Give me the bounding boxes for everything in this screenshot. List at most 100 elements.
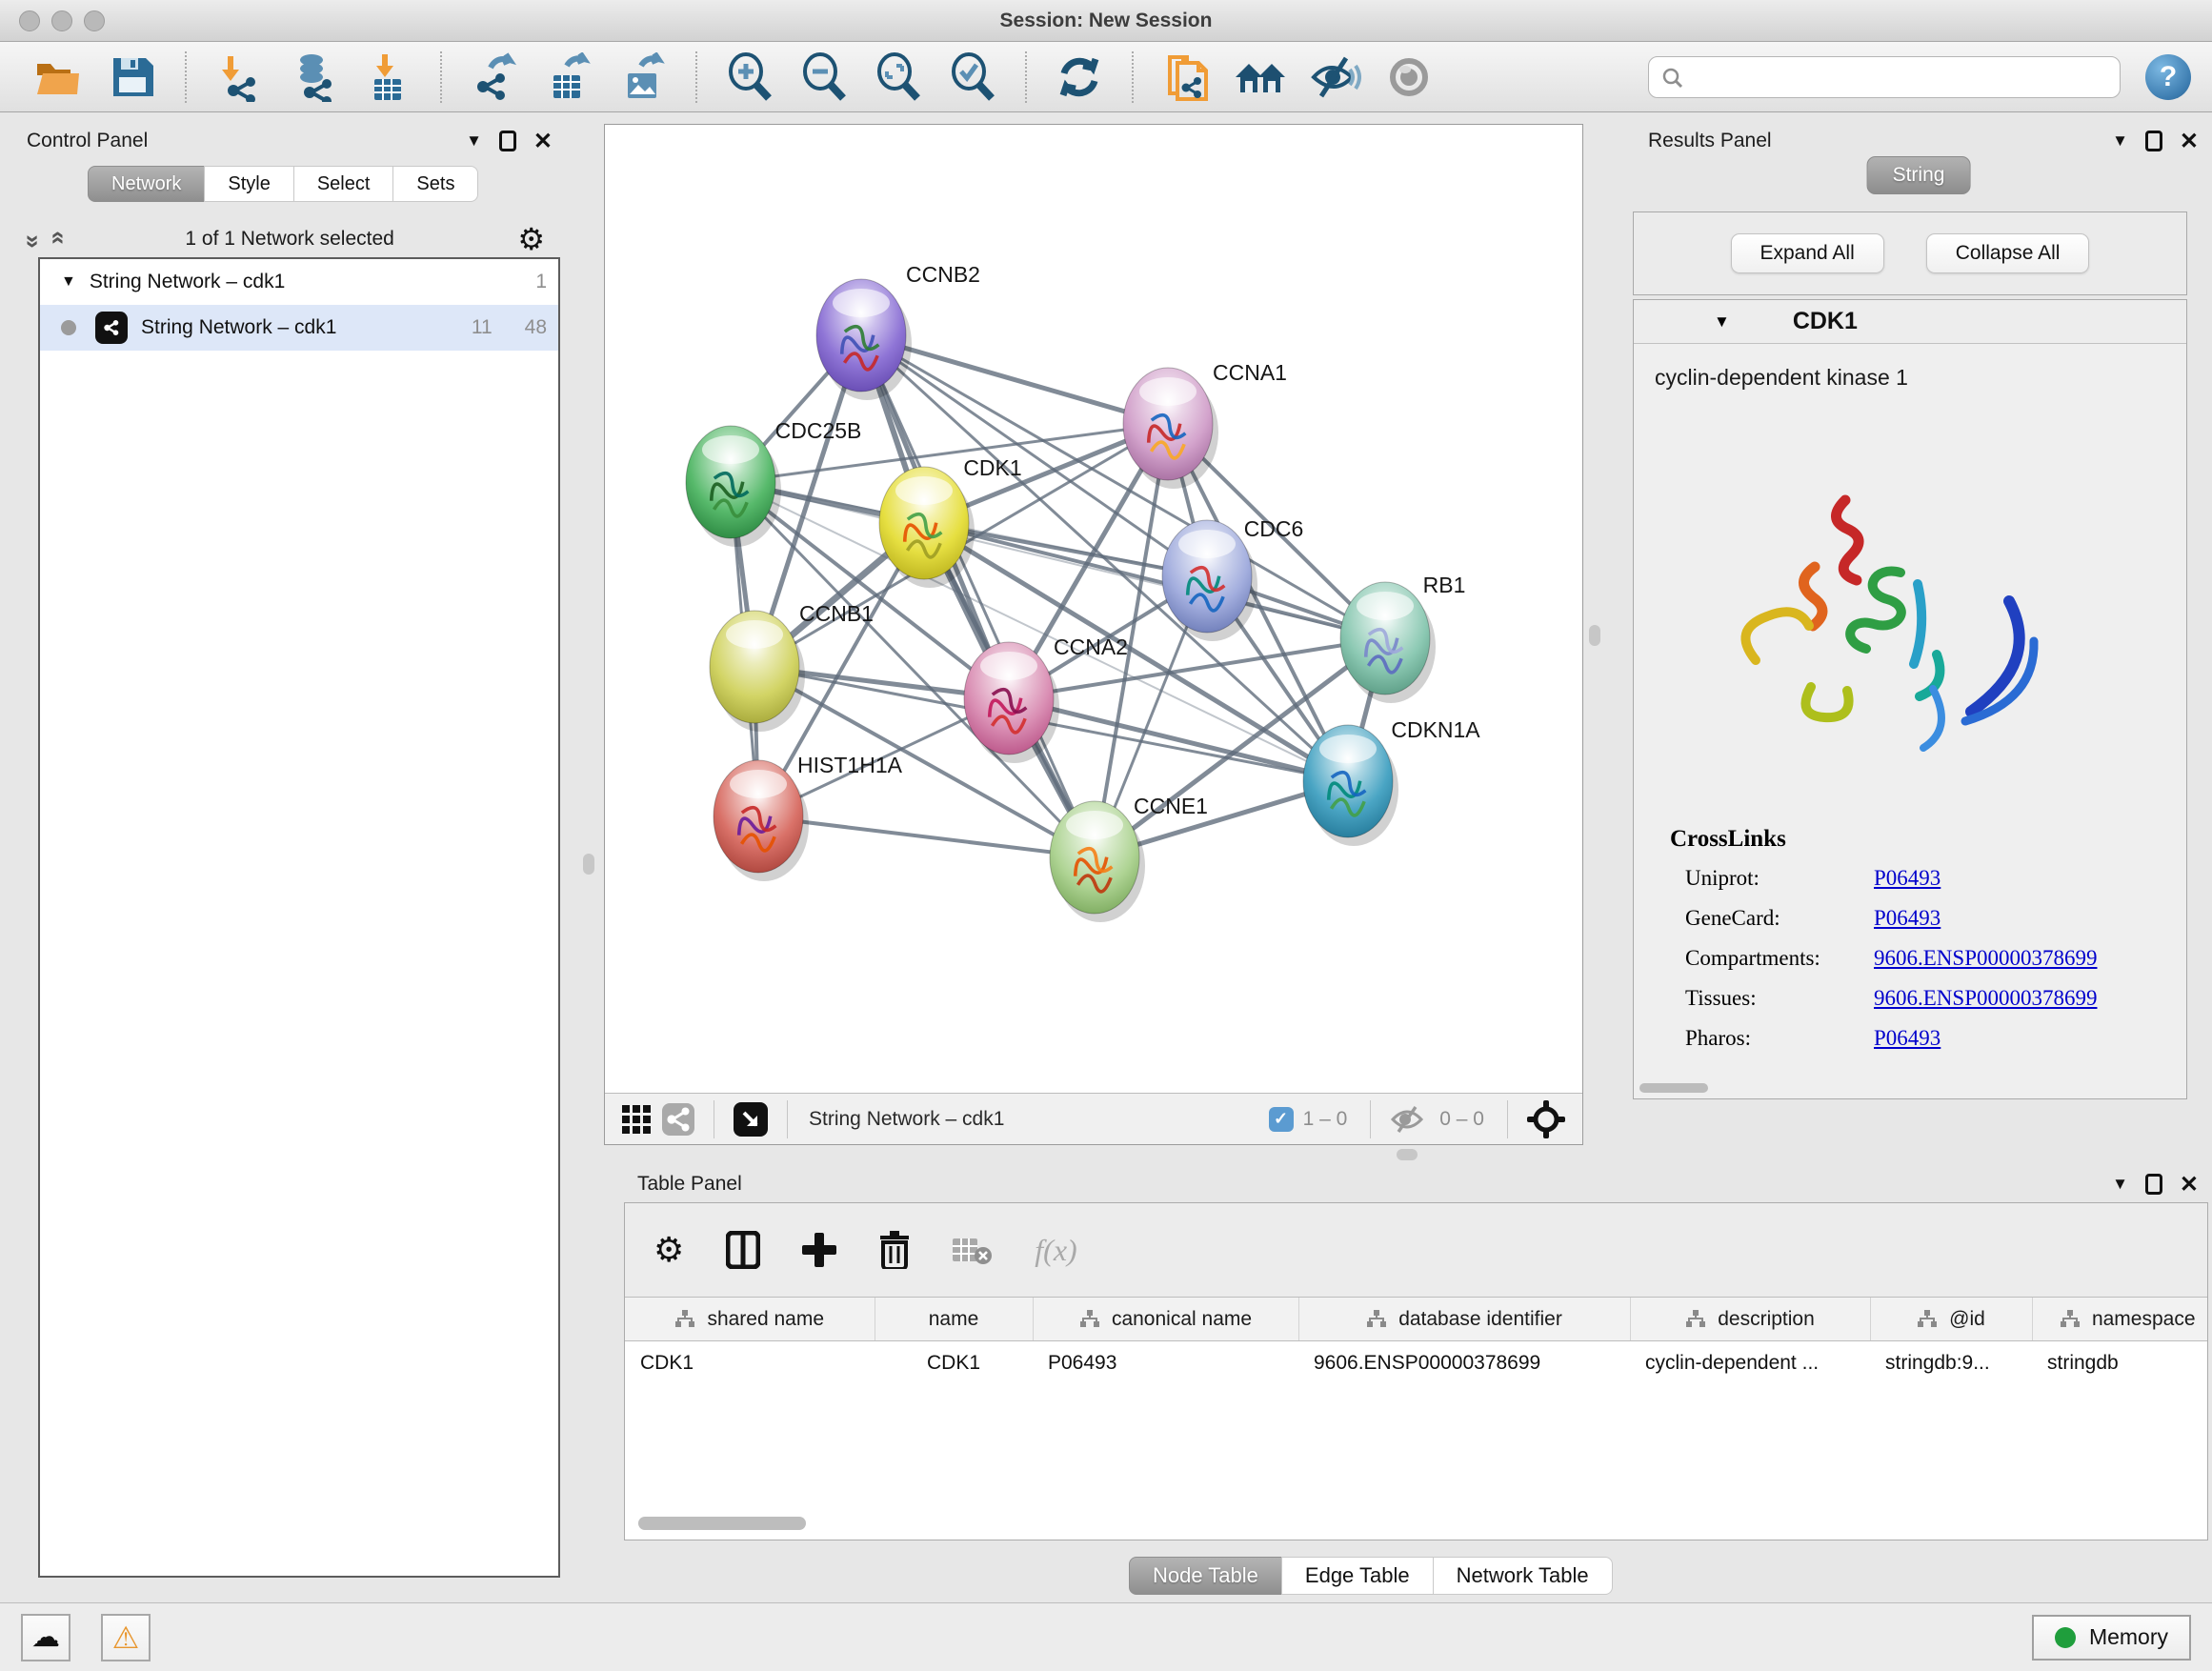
memory-button[interactable]: Memory [2032,1615,2191,1661]
import-table-file-icon[interactable] [360,50,415,105]
panel-float-icon[interactable] [2145,131,2162,151]
panel-float-icon[interactable] [499,131,516,151]
minimize-window-icon[interactable] [51,10,72,31]
network-row[interactable]: String Network – cdk1 11 48 [40,305,558,351]
cloud-status-button[interactable]: ☁ [21,1614,70,1661]
show-columns-icon[interactable] [726,1231,760,1269]
network-edge-CCNB2-CCNE1[interactable] [861,335,1095,857]
tab-network[interactable]: Network [88,166,205,202]
export-image-icon[interactable] [615,50,671,105]
protein-section-header[interactable]: ▼ CDK1 [1634,300,2186,344]
column-header-database-identifier[interactable]: database identifier [1298,1298,1630,1341]
zoom-in-icon[interactable] [722,50,777,105]
export-network-icon[interactable] [467,50,522,105]
warnings-button[interactable]: ⚠ [101,1614,151,1661]
network-edge-CCNA2-CDKN1A[interactable] [1009,698,1348,781]
network-node-CCNB2[interactable]: CCNB2 [816,262,980,400]
table-cell[interactable]: P06493 [1033,1341,1298,1385]
network-share-view-icon[interactable] [662,1103,694,1136]
refresh-layout-icon[interactable] [1052,50,1107,105]
panel-close-icon[interactable]: ✕ [2180,1171,2199,1198]
panel-float-icon[interactable] [2145,1174,2162,1195]
hide-selected-eye-icon[interactable] [1307,50,1362,105]
import-network-file-icon[interactable] [211,50,267,105]
network-node-CCNB1[interactable]: CCNB1 [710,601,874,732]
show-eye-icon[interactable] [1381,50,1437,105]
table-options-gear-icon[interactable]: ⚙ [654,1230,684,1270]
grid-view-icon[interactable] [622,1105,651,1134]
network-node-CCNE1[interactable]: CCNE1 [1050,794,1208,922]
home-networks-icon[interactable] [1233,50,1288,105]
table-cell[interactable]: CDK1 [625,1341,875,1385]
help-icon[interactable]: ? [2145,54,2191,100]
zoom-out-icon[interactable] [796,50,852,105]
table-cell[interactable]: CDK1 [875,1341,1033,1385]
crosslink-link[interactable]: P06493 [1874,906,1941,931]
tab-edge-table[interactable]: Edge Table [1281,1557,1434,1595]
column-header-name[interactable]: name [875,1298,1033,1341]
network-node-CCNA1[interactable]: CCNA1 [1123,360,1287,489]
birdseye-view-icon[interactable] [734,1102,768,1137]
network-options-gear-icon[interactable]: ⚙ [517,221,545,257]
function-builder-icon[interactable]: f(x) [1035,1233,1076,1268]
expand-all-icon[interactable]: » [42,234,71,244]
string-query-icon[interactable] [1158,50,1214,105]
crosslink-link[interactable]: P06493 [1874,866,1941,891]
left-splitter-handle[interactable] [583,854,594,875]
column-header-description[interactable]: description [1630,1298,1870,1341]
zoom-fit-icon[interactable] [871,50,926,105]
maximize-window-icon[interactable] [84,10,105,31]
panel-menu-icon[interactable]: ▼ [466,131,482,151]
open-session-icon[interactable] [30,50,86,105]
network-node-HIST1H1A[interactable]: HIST1H1A [714,753,903,881]
tree-expand-caret-icon[interactable]: ▼ [61,273,76,291]
table-cell[interactable]: stringdb:9... [1870,1341,2032,1385]
collapse-all-button[interactable]: Collapse All [1926,233,2090,273]
delete-column-trash-icon[interactable] [878,1231,911,1269]
tab-select[interactable]: Select [293,166,394,202]
delete-table-icon[interactable] [953,1235,993,1265]
results-horizontal-scrollbar[interactable] [1639,1083,1708,1093]
tab-network-table[interactable]: Network Table [1433,1557,1613,1595]
pan-crosshair-icon[interactable] [1527,1100,1565,1138]
network-collection-label: String Network – cdk1 [90,271,285,293]
table-cell[interactable]: stringdb [2032,1341,2208,1385]
zoom-selected-icon[interactable] [945,50,1000,105]
table-cell[interactable]: 9606.ENSP00000378699 [1298,1341,1630,1385]
column-header-canonical-name[interactable]: canonical name [1033,1298,1298,1341]
network-canvas[interactable]: CCNB2CCNA1CDC25BCDK1CDC6RB1CCNB1CCNA2CDK… [605,125,1582,1093]
add-column-icon[interactable] [802,1233,836,1267]
search-input[interactable] [1648,56,2121,98]
crosslink-link[interactable]: 9606.ENSP00000378699 [1874,986,2098,1011]
panel-close-icon[interactable]: ✕ [533,128,553,155]
expand-all-button[interactable]: Expand All [1731,233,1884,273]
network-node-CDKN1A[interactable]: CDKN1A [1303,717,1480,846]
tab-string[interactable]: String [1867,156,1971,194]
crosslink-link[interactable]: P06493 [1874,1026,1941,1051]
hidden-eye-icon[interactable] [1390,1105,1424,1134]
panel-menu-icon[interactable]: ▼ [2112,1175,2128,1194]
network-node-RB1[interactable]: RB1 [1340,573,1465,703]
crosslink-label: Pharos: [1670,1026,1874,1051]
export-table-icon[interactable] [541,50,596,105]
network-node-CCNA2[interactable]: CCNA2 [964,634,1128,763]
tab-style[interactable]: Style [204,166,293,202]
panel-menu-icon[interactable]: ▼ [2112,131,2128,151]
table-horizontal-scrollbar[interactable] [638,1517,806,1530]
crosslink-link[interactable]: 9606.ENSP00000378699 [1874,946,2098,971]
network-collection-row[interactable]: ▼ String Network – cdk1 1 [40,259,558,305]
right-splitter-handle[interactable] [1589,625,1600,646]
column-header-shared-name[interactable]: shared name [625,1298,875,1341]
tab-sets[interactable]: Sets [392,166,478,202]
tab-node-table[interactable]: Node Table [1129,1557,1282,1595]
close-window-icon[interactable] [19,10,40,31]
column-header-@id[interactable]: @id [1870,1298,2032,1341]
save-session-icon[interactable] [105,50,160,105]
table-cell[interactable]: cyclin-dependent ... [1630,1341,1870,1385]
panel-close-icon[interactable]: ✕ [2180,128,2199,155]
import-network-database-icon[interactable] [286,50,341,105]
table-row[interactable]: CDK1CDK1P064939606.ENSP00000378699cyclin… [625,1341,2208,1385]
protein-collapse-caret-icon[interactable]: ▼ [1714,312,1730,332]
selected-count-checkbox-icon[interactable]: ✓ [1269,1107,1294,1132]
column-header-namespace[interactable]: namespace [2032,1298,2208,1341]
